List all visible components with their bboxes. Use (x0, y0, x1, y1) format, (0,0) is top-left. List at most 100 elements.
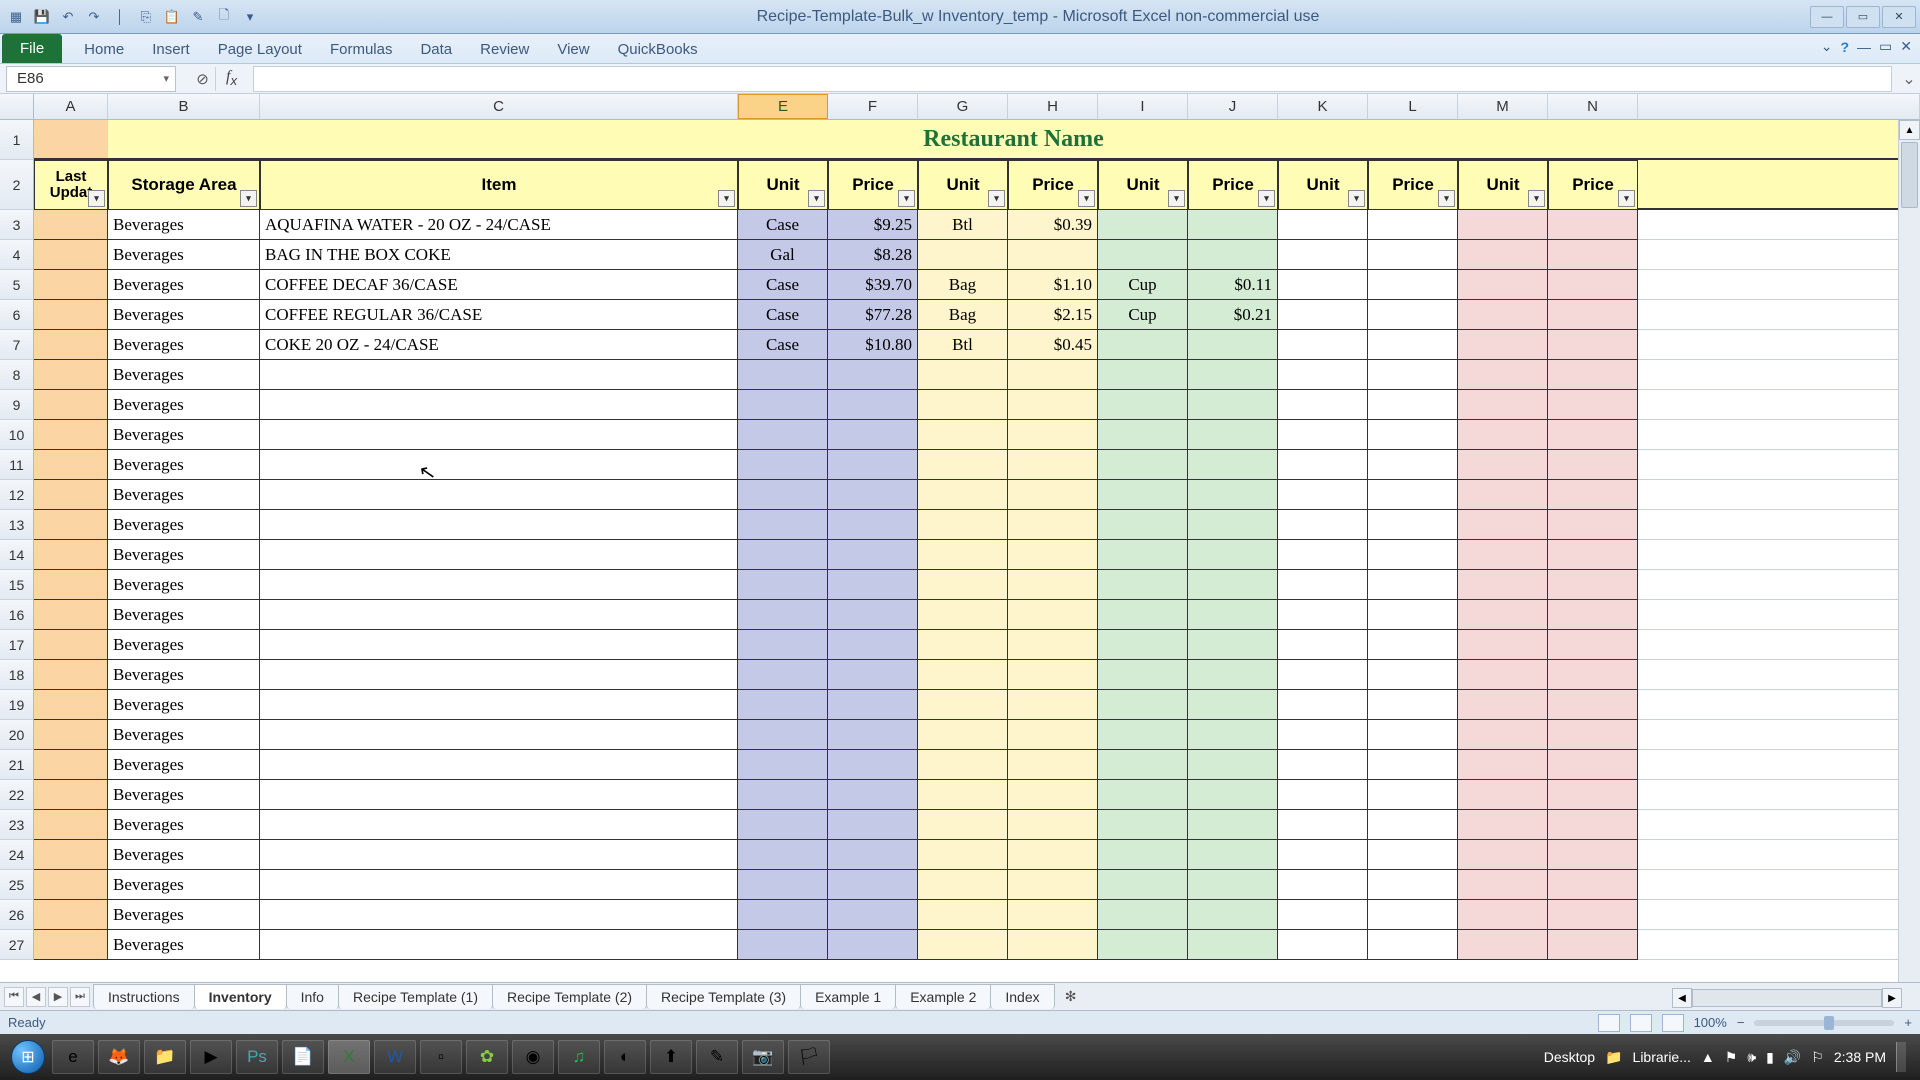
header-price-3[interactable]: Price▾ (1188, 160, 1278, 210)
cell-a1[interactable] (34, 120, 108, 160)
cell-price-1[interactable] (828, 900, 918, 930)
row-header[interactable]: 6 (0, 300, 34, 330)
cell-unit-1[interactable] (738, 480, 828, 510)
cell-price-4[interactable] (1368, 210, 1458, 240)
qat-more-icon[interactable]: ▾ (240, 7, 260, 27)
cell-item[interactable] (260, 540, 738, 570)
sheet-tab-info[interactable]: Info (286, 984, 339, 1009)
cell-storage-area[interactable]: Beverages (108, 480, 260, 510)
row-header[interactable]: 25 (0, 870, 34, 900)
row-header[interactable]: 13 (0, 510, 34, 540)
zoom-level[interactable]: 100% (1694, 1015, 1727, 1030)
cell-price-2[interactable] (1008, 840, 1098, 870)
cell-last-update[interactable] (34, 720, 108, 750)
cell-price-1[interactable]: $77.28 (828, 300, 918, 330)
cell-unit-3[interactable] (1098, 660, 1188, 690)
cell-last-update[interactable] (34, 450, 108, 480)
taskbar-camera-icon[interactable]: 📷 (742, 1040, 784, 1074)
tab-view[interactable]: View (543, 36, 603, 63)
cell-price-2[interactable] (1008, 690, 1098, 720)
header-storage-area[interactable]: Storage Area▾ (108, 160, 260, 210)
close-button[interactable]: ✕ (1882, 6, 1916, 28)
row-header[interactable]: 17 (0, 630, 34, 660)
cell-rest[interactable] (1638, 450, 1920, 480)
cell-unit-3[interactable] (1098, 330, 1188, 360)
cell-unit-1[interactable]: Case (738, 210, 828, 240)
cell-unit-5[interactable] (1458, 510, 1548, 540)
cell-price-3[interactable] (1188, 240, 1278, 270)
cell-unit-3[interactable] (1098, 600, 1188, 630)
cell-price-2[interactable] (1008, 900, 1098, 930)
filter-icon[interactable]: ▾ (1528, 190, 1545, 207)
cell-unit-3[interactable] (1098, 930, 1188, 960)
cell-unit-3[interactable] (1098, 360, 1188, 390)
cell-rest[interactable] (1638, 600, 1920, 630)
cell-unit-1[interactable]: Case (738, 270, 828, 300)
cell-unit-4[interactable] (1278, 570, 1368, 600)
header-price-5[interactable]: Price▾ (1548, 160, 1638, 210)
cell-unit-3[interactable] (1098, 240, 1188, 270)
cell-price-5[interactable] (1548, 210, 1638, 240)
tab-page-layout[interactable]: Page Layout (204, 36, 316, 63)
cell-storage-area[interactable]: Beverages (108, 270, 260, 300)
cell-unit-4[interactable] (1278, 780, 1368, 810)
cell-unit-4[interactable] (1278, 540, 1368, 570)
cell-item[interactable] (260, 660, 738, 690)
cell-storage-area[interactable]: Beverages (108, 660, 260, 690)
cell-price-4[interactable] (1368, 870, 1458, 900)
cell-unit-1[interactable]: Case (738, 300, 828, 330)
row-header[interactable]: 11 (0, 450, 34, 480)
select-all-corner[interactable] (0, 94, 34, 119)
scroll-up-icon[interactable]: ▲ (1899, 120, 1920, 140)
row-header[interactable]: 14 (0, 540, 34, 570)
cell-unit-5[interactable] (1458, 630, 1548, 660)
cell-price-3[interactable] (1188, 660, 1278, 690)
taskbar-word-icon[interactable]: W (374, 1040, 416, 1074)
cell-rest[interactable] (1638, 420, 1920, 450)
cell-item[interactable] (260, 390, 738, 420)
spreadsheet-grid[interactable]: 1 Restaurant Name 2 Last Updat▾ Storage … (0, 120, 1920, 960)
cell-price-2[interactable] (1008, 660, 1098, 690)
cell-unit-5[interactable] (1458, 840, 1548, 870)
cell-unit-5[interactable] (1458, 720, 1548, 750)
qat-icon-1[interactable]: ⎘ (136, 7, 156, 27)
row-header[interactable]: 15 (0, 570, 34, 600)
cell-unit-5[interactable] (1458, 330, 1548, 360)
cell-price-1[interactable] (828, 480, 918, 510)
cell-storage-area[interactable]: Beverages (108, 330, 260, 360)
cell-price-3[interactable] (1188, 600, 1278, 630)
cell-price-3[interactable] (1188, 690, 1278, 720)
cell-price-5[interactable] (1548, 600, 1638, 630)
cell-unit-1[interactable]: Gal (738, 240, 828, 270)
cell-price-5[interactable] (1548, 360, 1638, 390)
cell-price-4[interactable] (1368, 900, 1458, 930)
cell-last-update[interactable] (34, 420, 108, 450)
cell-price-3[interactable] (1188, 360, 1278, 390)
cell-price-2[interactable]: $0.45 (1008, 330, 1098, 360)
tab-quickbooks[interactable]: QuickBooks (604, 36, 712, 63)
row-header[interactable]: 12 (0, 480, 34, 510)
filter-icon[interactable]: ▾ (1348, 190, 1365, 207)
filter-icon[interactable]: ▾ (1078, 190, 1095, 207)
cell-item[interactable] (260, 420, 738, 450)
taskbar-app2-icon[interactable]: ✿ (466, 1040, 508, 1074)
cell-rest[interactable] (1638, 870, 1920, 900)
cell-rest[interactable] (1638, 300, 1920, 330)
cell-price-4[interactable] (1368, 390, 1458, 420)
cell-unit-4[interactable] (1278, 300, 1368, 330)
header-unit-5[interactable]: Unit▾ (1458, 160, 1548, 210)
cell-unit-4[interactable] (1278, 690, 1368, 720)
cell-last-update[interactable] (34, 660, 108, 690)
cell-price-1[interactable] (828, 690, 918, 720)
cell-unit-4[interactable] (1278, 480, 1368, 510)
cell-last-update[interactable] (34, 840, 108, 870)
cell-unit-5[interactable] (1458, 570, 1548, 600)
cell-item[interactable] (260, 930, 738, 960)
filter-icon[interactable]: ▾ (988, 190, 1005, 207)
cell-item[interactable] (260, 900, 738, 930)
cell-price-4[interactable] (1368, 360, 1458, 390)
cell-item[interactable] (260, 480, 738, 510)
cell-unit-2[interactable]: Bag (918, 300, 1008, 330)
header-last-update[interactable]: Last Updat▾ (34, 160, 108, 210)
cell-price-5[interactable] (1548, 540, 1638, 570)
